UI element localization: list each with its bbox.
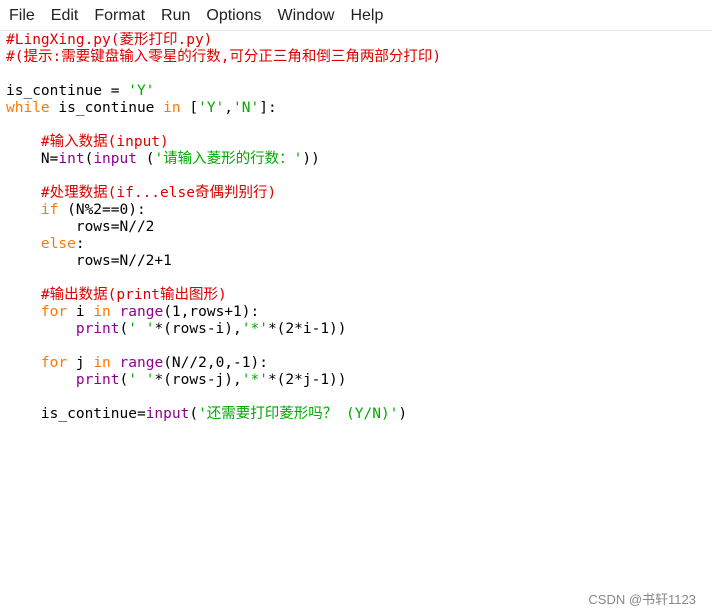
code-token: while: [6, 100, 50, 116]
code-token: ' ': [128, 372, 155, 388]
code-line: print(' '*(rows-i),'*'*(2*i-1)): [6, 321, 441, 338]
code-token: range: [119, 304, 164, 320]
code-line: #(提示:需要键盘输入零星的行数,可分正三角和倒三角两部分打印): [6, 49, 441, 66]
code-token: #输入数据(input): [40, 134, 169, 150]
code-token: (N//2,0,-1):: [163, 355, 268, 371]
code-line: #输入数据(input): [6, 134, 441, 151]
code-token: in: [93, 355, 111, 371]
watermark: CSDN @书轩1123: [588, 592, 696, 607]
code-token: ]:: [259, 100, 277, 116]
code-token: #LingXing.py(菱形打印.py): [6, 32, 213, 48]
code-line: for j in range(N//2,0,-1):: [6, 355, 441, 372]
code-token: )): [302, 151, 320, 167]
code-line: #输出数据(print输出图形): [6, 287, 441, 304]
code-token: N=: [6, 151, 59, 167]
code-token: for: [40, 304, 68, 320]
code-token: print: [75, 372, 120, 388]
menu-edit[interactable]: Edit: [51, 0, 79, 31]
code-token: *(2*i-1)): [267, 321, 347, 337]
code-line: if (N%2==0):: [6, 202, 441, 219]
code-line: while is_continue in ['Y','N']:: [6, 100, 441, 117]
code-line: #LingXing.py(菱形打印.py): [6, 32, 441, 49]
code-token: 'Y': [128, 83, 155, 99]
code-token: *(rows-i),: [154, 321, 242, 337]
code-token: :: [75, 236, 85, 252]
code-line: #处理数据(if...else奇偶判别行): [6, 185, 441, 202]
code-token: is_continue=: [6, 406, 146, 422]
code-token: in: [93, 304, 111, 320]
code-token: i: [67, 304, 94, 320]
code-token: rows=N//2: [6, 219, 155, 235]
code-token: ' ': [128, 321, 155, 337]
menu-format[interactable]: Format: [94, 0, 145, 31]
menu-options[interactable]: Options: [206, 0, 261, 31]
code-line: for i in range(1,rows+1):: [6, 304, 441, 321]
code-token: in: [163, 100, 181, 116]
code-token: (1,rows+1):: [163, 304, 260, 320]
code-token: if: [40, 202, 59, 218]
code-token: *(rows-j),: [154, 372, 242, 388]
code-token: input: [145, 406, 190, 422]
code-token: '还需要打印菱形吗？ (Y/N)': [198, 406, 399, 422]
menu-bar: File Edit Format Run Options Window Help: [0, 0, 712, 31]
menu-run[interactable]: Run: [161, 0, 190, 31]
code-token: input: [93, 151, 137, 167]
code-line: print(' '*(rows-j),'*'*(2*j-1)): [6, 372, 441, 389]
code-token: #输出数据(print输出图形): [40, 287, 227, 303]
code-token: is_continue: [49, 100, 164, 116]
code-line: N=int(input ('请输入菱形的行数：')): [6, 151, 441, 168]
code-token: [: [180, 100, 199, 116]
code-token: range: [119, 355, 164, 371]
code-token: (: [119, 372, 129, 388]
menu-file[interactable]: File: [9, 0, 35, 31]
code-token: j: [67, 355, 94, 371]
code-text[interactable]: #LingXing.py(菱形打印.py) #(提示:需要键盘输入零星的行数,可分…: [6, 32, 441, 423]
menu-help[interactable]: Help: [350, 0, 383, 31]
code-token: rows=N//2+1: [6, 253, 172, 269]
code-token: (: [189, 406, 199, 422]
menu-window[interactable]: Window: [278, 0, 335, 31]
code-token: ): [398, 406, 408, 422]
code-token: print: [75, 321, 120, 337]
code-line: is_continue=input('还需要打印菱形吗？ (Y/N)'): [6, 406, 441, 423]
code-token: ,: [224, 100, 234, 116]
code-line: rows=N//2+1: [6, 253, 441, 270]
code-token: '请输入菱形的行数：': [154, 151, 303, 167]
code-token: for: [40, 355, 68, 371]
code-line: rows=N//2: [6, 219, 441, 236]
code-token: #处理数据(if...else奇偶判别行): [40, 185, 277, 201]
code-token: (: [119, 321, 129, 337]
code-token: *(2*j-1)): [267, 372, 347, 388]
code-token: (N%2==0):: [58, 202, 146, 218]
code-token: #(提示:需要键盘输入零星的行数,可分正三角和倒三角两部分打印): [6, 49, 442, 65]
code-token: else: [40, 236, 76, 252]
code-token: is_continue =: [6, 83, 129, 99]
code-token: 'N': [233, 100, 260, 116]
code-token: (: [136, 151, 155, 167]
code-line: is_continue = 'Y': [6, 83, 441, 100]
code-token: int: [58, 151, 85, 167]
code-editor[interactable]: #LingXing.py(菱形打印.py) #(提示:需要键盘输入零星的行数,可分…: [0, 32, 712, 616]
code-token: '*': [241, 372, 268, 388]
code-token: 'Y': [198, 100, 225, 116]
code-token: '*': [241, 321, 268, 337]
code-line: else:: [6, 236, 441, 253]
